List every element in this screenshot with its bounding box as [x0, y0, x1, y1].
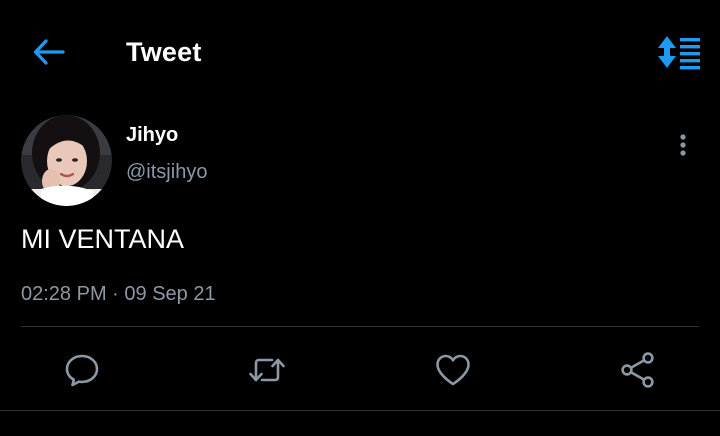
like-button[interactable]	[433, 350, 473, 390]
reply-button[interactable]	[62, 350, 102, 390]
heart-icon	[436, 354, 470, 386]
sort-list-icon	[658, 36, 700, 70]
timestamp-separator: ·	[112, 283, 119, 305]
tweet-date: 09 Sep 21	[124, 283, 216, 305]
avatar[interactable]	[21, 115, 112, 206]
more-options-button[interactable]	[668, 128, 698, 162]
arrow-left-icon	[33, 39, 65, 65]
retweet-button[interactable]	[247, 350, 287, 390]
tweet-time: 02:28 PM	[21, 283, 107, 305]
sort-button[interactable]	[654, 34, 702, 70]
author-handle[interactable]: @itsjihyo	[126, 159, 207, 185]
reply-icon	[65, 354, 99, 387]
author-display-name[interactable]: Jihyo	[126, 122, 178, 148]
tweet-timestamp: 02:28 PM · 09 Sep 21	[21, 281, 216, 307]
share-button[interactable]	[618, 350, 658, 390]
retweet-icon	[249, 358, 285, 382]
avatar-photo	[21, 115, 112, 206]
share-icon	[621, 352, 654, 388]
tweet-text: MI VENTANA	[21, 224, 185, 254]
page-title: Tweet	[126, 37, 202, 67]
back-button[interactable]	[30, 34, 70, 70]
divider	[21, 326, 699, 327]
divider	[0, 410, 720, 411]
more-vertical-icon	[680, 134, 686, 156]
top-bar: Tweet	[0, 0, 720, 104]
